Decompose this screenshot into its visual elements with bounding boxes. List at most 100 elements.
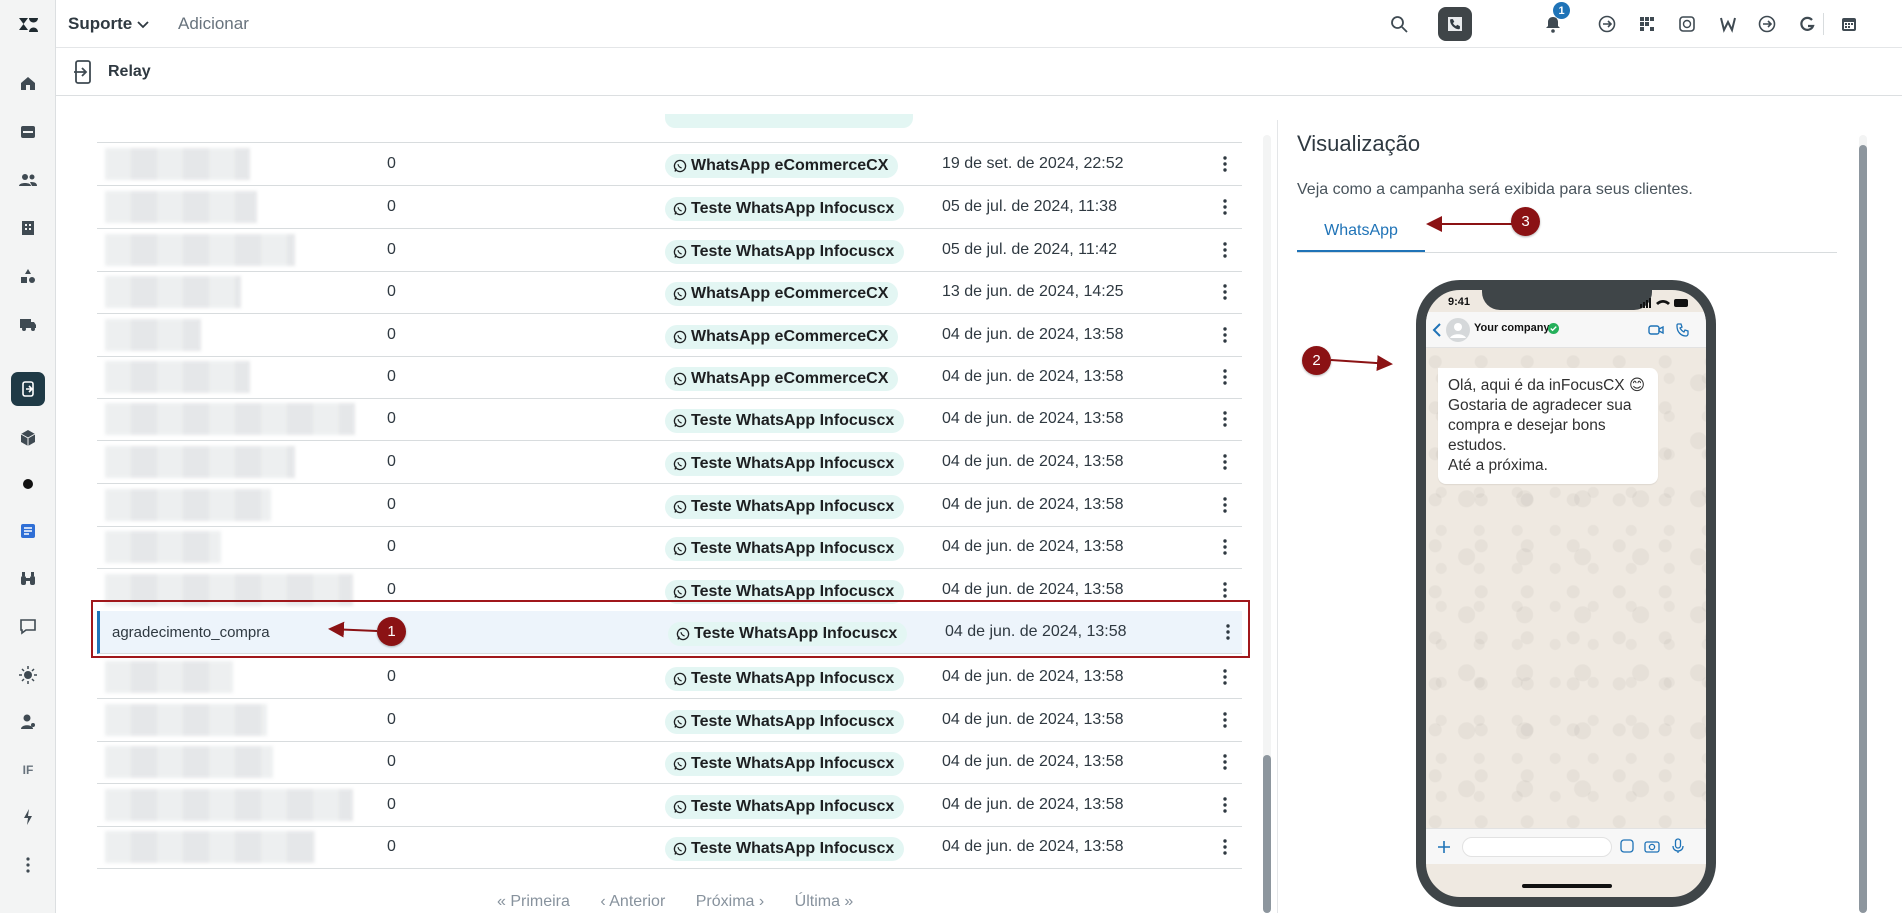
row-menu-icon[interactable] — [1221, 752, 1229, 772]
row-menu-icon[interactable] — [1221, 580, 1229, 600]
row-menu-icon[interactable] — [1221, 452, 1229, 472]
w-app-icon[interactable] — [1716, 12, 1740, 36]
preview-scrollbar[interactable] — [1859, 135, 1867, 913]
table-row[interactable] — [97, 96, 1242, 143]
channel-label: WhatsApp eCommerceCX — [691, 157, 889, 174]
table-row[interactable]: 0 WhatsApp eCommerceCX 04 de jun. de 2024,… — [97, 314, 1242, 357]
home-icon[interactable] — [0, 63, 56, 103]
table-row[interactable]: 0 WhatsApp eCommerceCX 13 de jun. de 2024,… — [97, 271, 1242, 314]
table-row[interactable]: 0 Teste WhatsApp Infocuscx 04 de jun. de 2… — [97, 398, 1242, 441]
redacted-name — [105, 234, 295, 266]
table-row[interactable]: 0 Teste WhatsApp Infocuscx 04 de jun. de 2… — [97, 484, 1242, 527]
table-row[interactable]: 0 Teste WhatsApp Infocuscx 04 de jun. de 2… — [97, 656, 1242, 699]
bolt-icon[interactable] — [0, 797, 56, 837]
row-menu-icon[interactable] — [1221, 282, 1229, 302]
g-app-icon[interactable] — [1795, 12, 1819, 36]
table-row[interactable]: 0 Teste WhatsApp Infocuscx 04 de jun. de 2… — [97, 784, 1242, 827]
whatsapp-icon — [673, 330, 687, 344]
table-row[interactable]: 0 Teste WhatsApp Infocuscx 04 de jun. de 2… — [97, 526, 1242, 569]
tab-whatsapp[interactable]: WhatsApp — [1297, 218, 1425, 253]
row-menu-icon[interactable] — [1221, 795, 1229, 815]
campaign-date: 04 de jun. de 2024, 13:58 — [942, 538, 1124, 555]
selection-highlight — [91, 600, 1250, 658]
signin-app-icon[interactable] — [1755, 12, 1779, 36]
microphone-icon[interactable] — [1672, 838, 1684, 854]
relay-icon[interactable] — [0, 369, 56, 409]
phone-icon[interactable] — [1438, 7, 1472, 41]
sticker-icon[interactable] — [1620, 839, 1634, 853]
row-menu-icon[interactable] — [1221, 495, 1229, 515]
contact-name: Your company — [1474, 322, 1550, 334]
back-arrow-icon[interactable] — [1432, 322, 1442, 338]
campaign-count: 0 — [387, 753, 396, 770]
row-menu-icon[interactable] — [1221, 154, 1229, 174]
whatsapp-app-icon[interactable] — [1675, 12, 1699, 36]
campaign-date: 04 de jun. de 2024, 13:58 — [942, 581, 1124, 598]
product-switcher[interactable]: Suporte — [68, 14, 132, 34]
next-page-link[interactable]: Próxima › — [696, 893, 764, 910]
zendesk-logo-icon[interactable] — [16, 13, 40, 37]
campaign-date: 05 de jul. de 2024, 11:42 — [942, 241, 1117, 258]
row-menu-icon[interactable] — [1221, 710, 1229, 730]
message-input[interactable] — [1462, 837, 1612, 857]
row-menu-icon[interactable] — [1221, 537, 1229, 557]
last-page-link[interactable]: Última » — [795, 893, 854, 910]
tab-divider — [1297, 252, 1837, 253]
campaign-count: 0 — [387, 326, 396, 343]
person-icon[interactable] — [0, 702, 56, 742]
row-menu-icon[interactable] — [1221, 409, 1229, 429]
redacted-name — [105, 361, 250, 393]
channel-pill: Teste WhatsApp Infocuscx — [665, 240, 905, 264]
phone-mockup: 9:41 Your company Olá, aqui é da inFocus… — [1416, 280, 1716, 907]
row-menu-icon[interactable] — [1221, 367, 1229, 387]
app-icon[interactable] — [0, 511, 56, 551]
scrollbar-thumb[interactable] — [1263, 755, 1271, 913]
building-icon[interactable] — [0, 208, 56, 248]
dot-icon[interactable] — [0, 464, 56, 504]
table-scrollbar[interactable] — [1263, 135, 1271, 913]
inbox-icon[interactable] — [0, 112, 56, 152]
row-menu-icon[interactable] — [1221, 667, 1229, 687]
campaign-count: 0 — [387, 155, 396, 172]
row-menu-icon[interactable] — [1221, 325, 1229, 345]
table-row[interactable]: 0 Teste WhatsApp Infocuscx 04 de jun. de 2… — [97, 826, 1242, 869]
truck-icon[interactable] — [0, 304, 56, 344]
channel-pill: WhatsApp eCommerceCX — [665, 154, 899, 178]
row-menu-icon[interactable] — [1221, 197, 1229, 217]
table-row[interactable]: 0 Teste WhatsApp Infocuscx 05 de jul. de 2… — [97, 229, 1242, 272]
video-call-icon[interactable] — [1648, 324, 1664, 336]
plus-icon[interactable] — [1436, 839, 1452, 855]
camera-icon[interactable] — [1644, 839, 1660, 853]
chat-icon[interactable] — [0, 606, 56, 646]
transfer-app-icon[interactable] — [1595, 12, 1619, 36]
row-menu-icon[interactable] — [1221, 240, 1229, 260]
first-page-link[interactable]: « Primeira — [497, 893, 570, 910]
row-menu-icon[interactable] — [1221, 837, 1229, 857]
prev-page-link[interactable]: ‹ Anterior — [600, 893, 665, 910]
scrollbar-thumb[interactable] — [1859, 145, 1867, 913]
cube-icon[interactable] — [0, 418, 56, 458]
top-bar: Suporte Adicionar 1 — [56, 0, 1902, 48]
table-row[interactable]: 0 Teste WhatsApp Infocuscx 05 de jul. de 2… — [97, 186, 1242, 229]
table-row[interactable]: 0 WhatsApp eCommerceCX 04 de jun. de 2024,… — [97, 356, 1242, 399]
shapes-icon[interactable] — [0, 256, 56, 296]
binoculars-icon[interactable] — [0, 559, 56, 599]
more-icon[interactable] — [0, 845, 56, 885]
chevron-down-icon[interactable] — [134, 16, 152, 34]
annotation-marker: 2 — [1302, 346, 1331, 375]
grid-app-icon[interactable] — [1635, 12, 1659, 36]
left-rail: IF — [0, 0, 56, 913]
users-icon[interactable] — [0, 160, 56, 200]
table-row[interactable]: 0 Teste WhatsApp Infocuscx 04 de jun. de 2… — [97, 441, 1242, 484]
whatsapp-icon — [673, 672, 687, 686]
search-icon[interactable] — [1387, 12, 1411, 36]
table-row[interactable]: 0 Teste WhatsApp Infocuscx 04 de jun. de 2… — [97, 699, 1242, 742]
table-row[interactable]: 0 WhatsApp eCommerceCX 19 de set. de 2024,… — [97, 143, 1242, 186]
voice-call-icon[interactable] — [1676, 323, 1690, 337]
if-icon[interactable]: IF — [0, 750, 56, 790]
campaign-count: 0 — [387, 581, 396, 598]
calendar-app-icon[interactable] — [1837, 12, 1861, 36]
sun-icon[interactable] — [0, 655, 56, 695]
add-button[interactable]: Adicionar — [178, 14, 249, 34]
table-row[interactable]: 0 Teste WhatsApp Infocuscx 04 de jun. de 2… — [97, 741, 1242, 784]
